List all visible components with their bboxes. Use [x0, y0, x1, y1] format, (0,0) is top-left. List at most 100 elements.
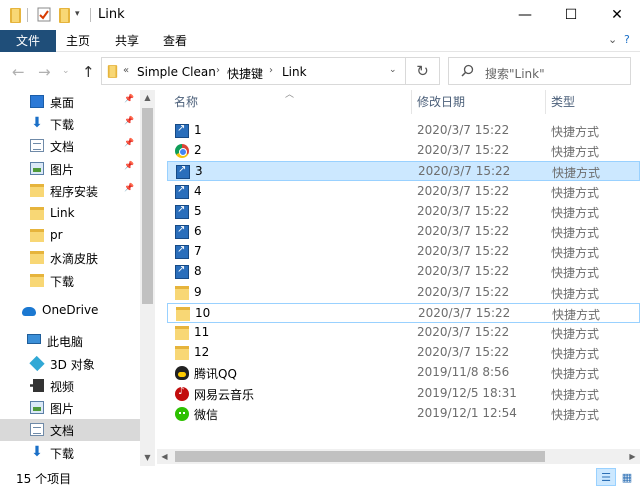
file-row[interactable]: 5 2020/3/7 15:22 快捷方式 — [167, 202, 640, 222]
file-date: 2020/3/7 15:22 — [417, 345, 510, 360]
file-type: 快捷方式 — [551, 145, 600, 160]
nav-item-label: 图片 — [50, 402, 75, 416]
tab-home[interactable]: 主页 — [66, 30, 90, 52]
customize-quick-access-icon[interactable]: ▾ — [75, 9, 80, 25]
chevron-right-icon[interactable]: › — [269, 65, 273, 76]
file-row[interactable]: 10 2020/3/7 15:22 快捷方式 — [167, 302, 640, 323]
address-dropdown-icon[interactable]: ⌄ — [389, 65, 397, 75]
title-bar: ▾ Link — ☐ ✕ — [0, 0, 640, 30]
new-folder-icon[interactable] — [59, 8, 70, 23]
nav-item[interactable]: Link — [0, 203, 140, 225]
nav-item[interactable]: ⬇ 下载 📌 — [0, 113, 140, 135]
nav-item[interactable]: 图片 📌 — [0, 158, 140, 180]
nav-item[interactable]: 文档 — [0, 419, 140, 441]
file-row[interactable]: 9 2020/3/7 15:22 快捷方式 — [167, 283, 640, 303]
breadcrumb-simple-clean[interactable]: Simple Clean — [137, 65, 216, 79]
nav-item[interactable]: pr — [0, 225, 140, 247]
back-arrow-icon[interactable]: ← — [12, 63, 25, 81]
tab-view[interactable]: 查看 — [163, 30, 187, 52]
breadcrumb-shortcuts[interactable]: 快捷键 — [227, 65, 263, 82]
document-icon — [30, 139, 44, 152]
file-row[interactable]: 2 2020/3/7 15:22 快捷方式 — [167, 141, 640, 161]
horizontal-scrollbar[interactable]: ◀ ▶ — [157, 449, 640, 464]
file-row[interactable]: 网易云音乐 2019/12/5 18:31 快捷方式 — [167, 384, 640, 404]
file-date: 2020/3/7 15:22 — [418, 305, 511, 320]
scroll-up-icon[interactable]: ▲ — [140, 93, 155, 102]
minimize-button[interactable]: — — [502, 0, 548, 30]
details-view-icon[interactable]: ☰ — [596, 468, 616, 486]
sort-ascending-icon: ︿ — [285, 90, 295, 100]
file-row[interactable]: 8 2020/3/7 15:22 快捷方式 — [167, 262, 640, 282]
file-row[interactable]: 4 2020/3/7 15:22 快捷方式 — [167, 182, 640, 202]
nav-item-label: pr — [50, 228, 63, 242]
nav-item[interactable]: 此电脑 — [0, 330, 140, 352]
chevron-right-icon[interactable]: › — [216, 65, 220, 76]
tab-file[interactable]: 文件 — [0, 30, 56, 52]
column-header-name[interactable]: 名称 — [174, 90, 198, 114]
close-button[interactable]: ✕ — [594, 0, 640, 30]
forward-arrow-icon[interactable]: → — [38, 63, 51, 81]
desktop-icon — [30, 95, 44, 108]
large-icons-view-icon[interactable]: ▦ — [617, 468, 637, 486]
column-divider[interactable] — [545, 90, 546, 114]
file-type: 快捷方式 — [551, 246, 600, 261]
address-bar[interactable]: « Simple Clean › 快捷键 › Link ⌄ — [101, 57, 406, 85]
file-row[interactable]: 腾讯QQ 2019/11/8 8:56 快捷方式 — [167, 363, 640, 383]
file-name: 腾讯QQ — [194, 367, 237, 382]
folder-shortcut-icon — [175, 326, 189, 340]
nav-item-label: 3D 对象 — [50, 358, 95, 372]
file-row[interactable]: 7 2020/3/7 15:22 快捷方式 — [167, 242, 640, 262]
recent-locations-icon[interactable]: ⌄ — [62, 66, 70, 76]
column-header-type[interactable]: 类型 — [551, 90, 575, 114]
horizontal-scroll-thumb[interactable] — [175, 451, 545, 462]
nav-scrollbar[interactable]: ▲ ▼ — [140, 90, 155, 466]
nav-item-label: 程序安装 — [50, 185, 99, 199]
nav-item[interactable]: 3D 对象 — [0, 353, 140, 375]
window-title: Link — [98, 7, 125, 22]
tab-share[interactable]: 共享 — [115, 30, 139, 52]
refresh-button[interactable]: ↻ — [406, 57, 440, 85]
file-row[interactable]: 11 2020/3/7 15:22 快捷方式 — [167, 323, 640, 343]
scroll-right-icon[interactable]: ▶ — [625, 452, 640, 461]
search-input[interactable]: 搜索"Link" — [448, 57, 631, 85]
nav-item-label: 视频 — [50, 380, 75, 394]
3d-objects-icon — [29, 355, 45, 372]
help-icon[interactable]: ? — [624, 33, 630, 46]
nav-item[interactable]: 水滴皮肤 — [0, 247, 140, 269]
nav-item[interactable]: 程序安装 📌 — [0, 180, 140, 202]
file-row[interactable]: 1 2020/3/7 15:22 快捷方式 — [167, 121, 640, 141]
separator — [27, 8, 28, 22]
breadcrumb-link[interactable]: Link — [282, 65, 307, 79]
shortcut-icon — [175, 224, 189, 239]
file-row[interactable]: 12 2020/3/7 15:22 快捷方式 — [167, 343, 640, 363]
folder-icon — [30, 274, 44, 287]
nav-item[interactable]: 文档 📌 — [0, 135, 140, 157]
properties-icon[interactable] — [37, 7, 51, 23]
nav-item[interactable]: OneDrive — [0, 300, 140, 322]
nav-item[interactable]: 图片 — [0, 397, 140, 419]
nav-scroll-thumb[interactable] — [142, 108, 153, 304]
column-divider[interactable] — [411, 90, 412, 114]
file-row[interactable]: 6 2020/3/7 15:22 快捷方式 — [167, 222, 640, 242]
column-header-date[interactable]: 修改日期 — [417, 90, 465, 114]
nav-item[interactable]: ⬇ 下载 — [0, 442, 140, 464]
up-arrow-icon[interactable]: ↑ — [82, 63, 95, 81]
chrome-icon — [175, 144, 189, 159]
nav-item-label: 水滴皮肤 — [50, 252, 99, 266]
scroll-down-icon[interactable]: ▼ — [140, 453, 155, 462]
file-name: 11 — [194, 325, 210, 339]
expand-ribbon-icon[interactable]: ⌄ — [608, 33, 617, 46]
folder-shortcut-icon — [176, 306, 190, 321]
file-row[interactable]: 3 2020/3/7 15:22 快捷方式 — [167, 161, 640, 182]
file-row[interactable]: 微信 2019/12/1 12:54 快捷方式 — [167, 404, 640, 424]
nav-item[interactable]: 视频 — [0, 375, 140, 397]
nav-item[interactable]: 桌面 📌 — [0, 91, 140, 113]
file-name: 10 — [195, 305, 211, 320]
file-date: 2020/3/7 15:22 — [417, 284, 510, 299]
file-type: 快捷方式 — [551, 185, 600, 200]
maximize-button[interactable]: ☐ — [548, 0, 594, 30]
pictures-icon — [30, 401, 44, 414]
overflow-chevron-icon[interactable]: « — [123, 65, 129, 76]
nav-item[interactable]: 下载 — [0, 270, 140, 292]
scroll-left-icon[interactable]: ◀ — [157, 452, 172, 461]
